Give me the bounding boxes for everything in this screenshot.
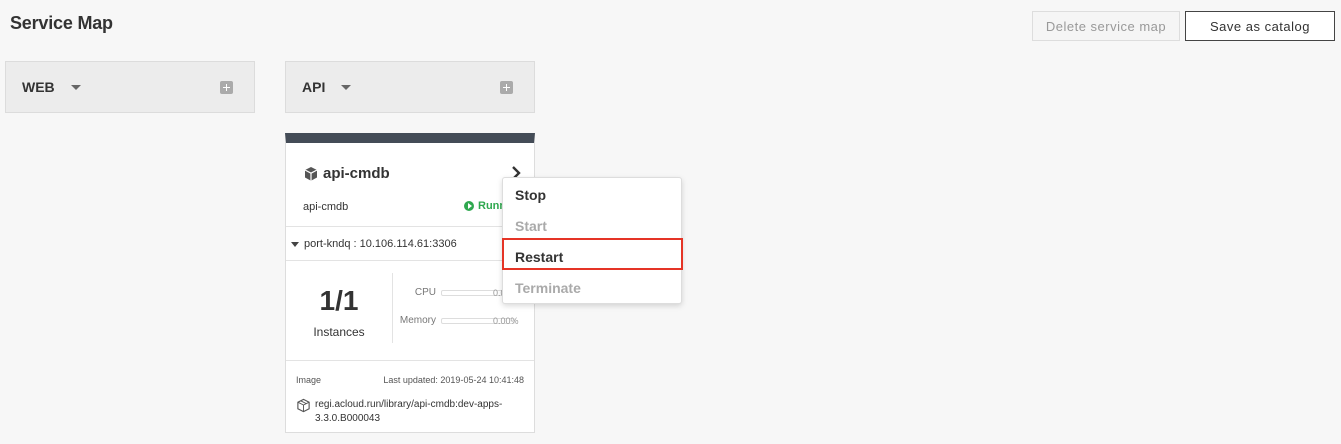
divider [286, 226, 534, 227]
image-label: Image [296, 375, 322, 385]
cube-icon [304, 166, 318, 181]
menu-item-stop[interactable]: Stop [503, 179, 681, 210]
image-path: regi.acloud.run/library/api-cmdb:dev-app… [315, 399, 503, 424]
memory-value: 0.00% [493, 316, 519, 326]
add-icon[interactable] [500, 81, 513, 94]
group-header-api: API [285, 61, 535, 113]
instances-label: Instances [313, 325, 365, 339]
divider [286, 260, 534, 261]
save-as-catalog-button[interactable]: Save as catalog [1185, 11, 1335, 41]
service-card: api-cmdb api-cmdb Running port-kndq : 10… [285, 133, 535, 433]
page-title: Service Map [10, 13, 113, 33]
group-header-web: WEB [5, 61, 255, 113]
group-name: WEB [22, 79, 55, 95]
port-toggle[interactable]: port-kndq : 10.106.114.61:3306 [291, 238, 457, 250]
caret-down-icon[interactable] [341, 85, 352, 90]
port-text: port-kndq : 10.106.114.61:3306 [304, 238, 457, 250]
card-subtitle: api-cmdb [303, 201, 349, 213]
last-updated: Last updated: 2019-05-24 10:41:48 [383, 375, 524, 385]
divider [286, 360, 534, 361]
group-name: API [302, 79, 326, 95]
menu-item-terminate: Terminate [515, 279, 581, 296]
menu-item-start: Start [515, 217, 547, 234]
package-icon [297, 398, 310, 413]
cpu-label: CPU [414, 287, 436, 298]
card-title: api-cmdb [323, 165, 390, 182]
card-title-row: api-cmdb [303, 165, 390, 182]
caret-down-icon[interactable] [70, 85, 81, 90]
caret-down-icon [291, 241, 299, 247]
instances-count: 1/1 [319, 285, 359, 316]
memory-label: Memory [399, 315, 436, 326]
add-icon[interactable] [220, 81, 233, 94]
delete-service-map-button[interactable]: Delete service map [1032, 11, 1180, 41]
play-circle-icon [464, 201, 474, 211]
metric-separator [392, 273, 393, 343]
context-menu: Stop Start Restart Terminate [502, 177, 682, 304]
menu-item-restart[interactable]: Restart [503, 241, 681, 272]
